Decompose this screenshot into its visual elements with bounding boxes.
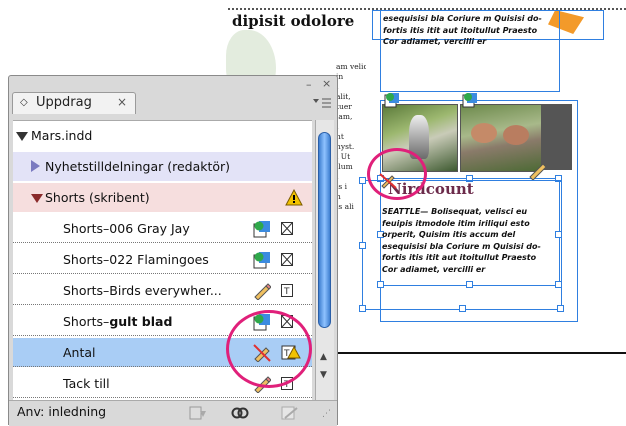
text-line: lam, — [336, 112, 353, 121]
story-text-bottom: SEATTLE— Bolisequat, velisci eu feuipis i… — [382, 206, 541, 275]
text-line: am veliquamet nonsecte in — [336, 62, 366, 71]
warning-icon — [285, 188, 303, 207]
linked-content-icon — [384, 93, 399, 108]
tab-close-icon[interactable]: × — [117, 95, 127, 109]
text-line: nt — [336, 132, 344, 141]
bird-shape — [503, 125, 529, 145]
edit-icon[interactable] — [281, 406, 299, 420]
text-line: i — [336, 122, 366, 132]
collapse-triangle-icon[interactable] — [31, 160, 40, 172]
pencil-icon — [529, 163, 547, 180]
graphic-frame-icon — [281, 222, 293, 235]
frame-handle[interactable] — [359, 242, 366, 249]
text-line: esequisisi bla Coriure m Quisisi do- — [383, 14, 542, 23]
status-bar: Anv: inledning ⋰ — [9, 400, 337, 426]
story-text-top: esequisisi bla Coriure m Quisisi do-fort… — [383, 13, 542, 48]
frame-handle[interactable] — [459, 305, 466, 312]
panel-menu-icon[interactable] — [312, 96, 332, 110]
text-line: l Ut — [336, 152, 351, 161]
text-line: alit, — [336, 92, 351, 101]
list-item-label: Shorts–022 Flamingoes — [63, 252, 209, 267]
frame-handle[interactable] — [359, 177, 366, 184]
list-item[interactable]: Shorts–006 Gray Jay — [13, 214, 312, 243]
svg-text:T: T — [283, 287, 290, 297]
relink-icon[interactable] — [231, 406, 249, 420]
list-item-label: Nyhetstilldelningar (redaktör) — [45, 159, 231, 174]
rule-line — [338, 352, 626, 354]
highlight-circle — [367, 148, 427, 200]
linked-content-icon — [253, 220, 271, 238]
status-label: Anv: inledning — [17, 404, 107, 419]
tab-label: Uppdrag — [36, 95, 92, 110]
frame-handle[interactable] — [557, 305, 564, 312]
text-line: esequisisi bla Coriure m Quisisi do- — [382, 241, 541, 251]
list-item[interactable]: Shorts–Birds everywher... T — [13, 276, 312, 305]
pencil-icon — [253, 282, 272, 301]
text-line: in — [336, 72, 344, 81]
graphic-frame-icon — [281, 253, 293, 266]
tab-diamond-icon: ◇ — [20, 97, 28, 108]
frame-handle[interactable] — [359, 305, 366, 312]
text-frame-icon: T — [281, 284, 293, 297]
list-item-label: Shorts–gult blad — [63, 314, 172, 329]
scroll-down-arrow[interactable]: ▼ — [320, 370, 327, 380]
text-line: orperit, Quisim itis accum del — [382, 230, 516, 239]
text-line: hyst. — [336, 142, 355, 151]
list-item-label: Tack till — [63, 376, 110, 391]
label-bold: gult blad — [109, 314, 173, 329]
update-content-icon[interactable] — [189, 406, 207, 420]
list-item[interactable]: Shorts–022 Flamingoes — [13, 245, 312, 274]
bird-shape — [471, 123, 497, 143]
scroll-thumb[interactable] — [318, 132, 331, 328]
document-heading: dipisit odolore — [232, 12, 355, 30]
minimize-button[interactable]: – — [306, 78, 312, 91]
list-item-label: Shorts–006 Gray Jay — [63, 221, 190, 236]
panel-close-button[interactable]: × — [322, 77, 331, 90]
text-line: Cor adiamet, vercilli er — [383, 37, 487, 46]
text-line: feuipis itmodole itim iriliqui esto — [382, 218, 530, 228]
list-item[interactable]: Mars.indd — [13, 121, 312, 150]
tab-uppdrag[interactable]: ◇ Uppdrag × — [12, 92, 136, 114]
list-item-label: Shorts–Birds everywher... — [63, 283, 222, 298]
text-line: Cor adiamet, vercilli er — [382, 264, 486, 274]
list-item-label: Shorts (skribent) — [45, 190, 150, 205]
highlight-circle — [226, 310, 312, 388]
text-line: tuer — [336, 102, 352, 111]
list-item-label: Antal — [63, 345, 96, 360]
text-line: llum — [336, 162, 353, 171]
resize-grip[interactable]: ⋰ — [322, 409, 331, 419]
list-item[interactable]: Shorts (skribent) — [13, 183, 312, 212]
story-frame-top[interactable]: esequisisi bla Coriure m Quisisi do-fort… — [380, 10, 560, 92]
linked-content-icon — [253, 251, 271, 269]
label-prefix: Shorts– — [63, 314, 110, 329]
scroll-up-arrow[interactable]: ▲ — [320, 352, 327, 362]
scrollbar[interactable]: ▲ ▼ — [315, 120, 334, 400]
linked-content-icon — [462, 93, 477, 108]
list-item[interactable]: Nyhetstilldelningar (redaktör) — [13, 152, 312, 181]
text-line: fortis itis itit aut itoitullut Praesto — [383, 25, 538, 35]
text-line: i — [336, 82, 366, 92]
expand-triangle-icon[interactable] — [31, 194, 43, 203]
list-item-label: Mars.indd — [31, 128, 93, 143]
text-line: fortis itis itit aut itoitullut Praesto — [382, 253, 537, 262]
text-line: SEATTLE— Bolisequat, velisci eu — [382, 207, 528, 216]
expand-triangle-icon[interactable] — [16, 132, 28, 141]
